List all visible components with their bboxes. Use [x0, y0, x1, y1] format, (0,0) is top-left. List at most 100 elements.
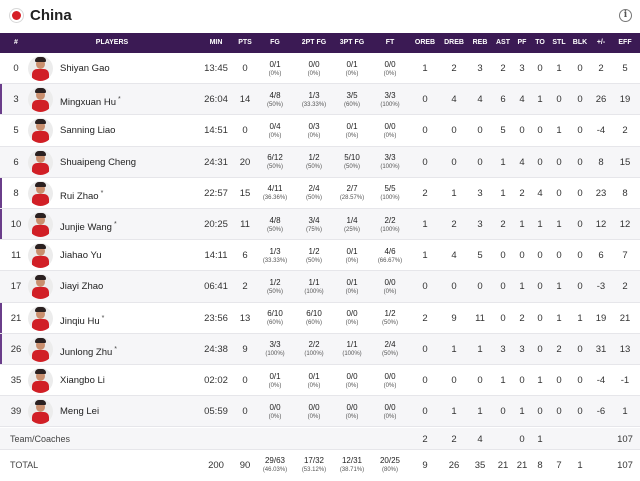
player-name-link[interactable]: Junlong Zhu *: [60, 334, 117, 365]
col-reb[interactable]: REB: [466, 33, 494, 53]
player-avatar[interactable]: [28, 149, 53, 175]
player-name-link[interactable]: Meng Lei: [60, 396, 99, 427]
stat-dreb: 1: [451, 343, 457, 355]
stat-num: 6: [13, 156, 19, 168]
col-eff[interactable]: EFF: [613, 33, 637, 53]
col-plus-minus[interactable]: +/-: [589, 33, 613, 53]
col-3pt-fg[interactable]: 3PT FG: [330, 33, 374, 53]
stat-fg: 3/3 (100%): [255, 334, 295, 365]
avatar-hair: [35, 400, 46, 406]
stat-fg3-made: 0/1: [346, 121, 358, 131]
player-avatar[interactable]: [28, 243, 53, 269]
player-name-link[interactable]: Mingxuan Hu *: [60, 84, 121, 115]
col-min[interactable]: MIN: [198, 33, 234, 53]
stat-fg2-made: 0/1: [308, 371, 320, 381]
avatar-hair: [35, 150, 46, 156]
player-avatar[interactable]: [28, 399, 53, 425]
stat-eff: 2: [622, 125, 628, 137]
stat-eff: 15: [619, 156, 631, 168]
player-avatar[interactable]: [28, 118, 53, 144]
stat-ft: 1/2 (50%): [370, 303, 410, 334]
player-name-link[interactable]: Rui Zhao *: [60, 178, 103, 209]
table-row[interactable]: Sanning Liao 5 14:51 0 0/4 (0%) 0/3 (0%) 0/1 (0%)…: [0, 115, 640, 147]
table-row[interactable]: Mingxuan Hu * 3 26:04 14 4/8 (50%) 1/3 (33.33%) 3…: [0, 84, 640, 116]
stat-ft-pct: (66.67%): [377, 257, 403, 264]
table-row[interactable]: Meng Lei 39 05:59 0 0/0 (0%) 0/0 (0%) 0/0 (0%) 0/0…: [0, 396, 640, 428]
stat-fg2-pct: (33.33%): [301, 101, 327, 108]
stat-fg3: 0/1 (0%): [330, 240, 374, 271]
col-ft[interactable]: FT: [370, 33, 410, 53]
col-num[interactable]: #: [6, 33, 26, 53]
stat-fg3-pct: (50%): [343, 164, 360, 171]
totals-blk: 1: [577, 459, 583, 471]
player-avatar[interactable]: [28, 368, 53, 393]
player-avatar[interactable]: [28, 56, 53, 81]
stat-eff: 8: [622, 187, 628, 199]
table-row[interactable]: Jinqiu Hu * 21 23:56 13 6/10 (60%) 6/10 (60%) 0/0…: [0, 302, 640, 334]
totals-ft-pct: (80%): [381, 467, 398, 473]
player-avatar[interactable]: [28, 336, 53, 362]
stat-fg: 4/11 (36.36%): [255, 178, 295, 209]
stat-fg-pct: (50%): [266, 288, 283, 295]
player-avatar[interactable]: [28, 180, 53, 206]
player-name-link[interactable]: Jiahao Yu: [60, 240, 102, 271]
stat-fg3: 0/1 (0%): [330, 53, 374, 84]
stat-min: 14:11: [204, 250, 228, 262]
stat-fg: 0/4 (0%): [255, 115, 295, 146]
stat-fg2-pct: (50%): [305, 164, 322, 171]
table-row[interactable]: Junjie Wang * 10 20:25 11 4/8 (50%) 3/4 (75%) 1/4…: [0, 209, 640, 241]
stat-fg3-pct: (0%): [345, 320, 359, 327]
stat-fg-made: 4/8: [269, 215, 281, 225]
player-name: Sanning Liao: [60, 125, 116, 137]
player-avatar[interactable]: [28, 87, 53, 113]
player-name-link[interactable]: Shiyan Gao: [60, 53, 110, 84]
stat-eff: 5: [622, 63, 628, 74]
player-name-link[interactable]: Jinqiu Hu *: [60, 303, 104, 334]
stat-fg2-made: 1/2: [308, 246, 320, 256]
player-name: Meng Lei: [60, 406, 100, 418]
starter-asterisk: *: [114, 345, 118, 353]
player-avatar[interactable]: [28, 305, 53, 331]
stat-fg3-pct: (0%): [345, 70, 359, 77]
stat-pm: 6: [598, 250, 604, 262]
stat-oreb: 0: [422, 281, 428, 293]
col-fg[interactable]: FG: [255, 33, 295, 53]
stat-ft-made: 2/2: [384, 215, 396, 225]
stat-oreb: 1: [422, 63, 428, 74]
china-flag-icon: [9, 8, 24, 23]
table-row[interactable]: Shiyan Gao 0 13:45 0 0/1 (0%) 0/0 (0%) 0/1 (0%) 0/…: [0, 53, 640, 85]
stat-fg3: 0/0 (0%): [330, 365, 374, 396]
player-name-link[interactable]: Shuaipeng Cheng: [60, 147, 136, 178]
stat-fg-made: 3/3: [269, 340, 281, 350]
table-row[interactable]: Xiangbo Li 35 02:02 0 0/1 (0%) 0/1 (0%) 0/0 (0%) 0…: [0, 365, 640, 397]
player-name: Jinqiu Hu: [60, 315, 100, 327]
stat-fg3: 0/1 (0%): [330, 115, 374, 146]
totals-ft: 20/25 (80%): [370, 451, 410, 479]
col-dreb[interactable]: DREB: [440, 33, 468, 53]
player-name-link[interactable]: Sanning Liao: [60, 115, 115, 146]
player-avatar[interactable]: [28, 274, 53, 300]
stat-min: 20:25: [204, 219, 228, 230]
stat-num: 8: [13, 187, 19, 199]
table-row[interactable]: Rui Zhao * 8 22:57 15 4/11 (36.36%) 2/4 (50%) 2/7…: [0, 177, 640, 209]
player-name-link[interactable]: Junjie Wang *: [60, 209, 117, 240]
info-icon[interactable]: i: [619, 9, 632, 22]
stat-fg: 4/8 (50%): [255, 84, 295, 115]
stat-fg-pct: (0%): [268, 132, 282, 139]
stat-pm: 19: [595, 312, 607, 324]
player-avatar[interactable]: [28, 212, 53, 237]
col-players[interactable]: PLAYERS: [60, 33, 164, 53]
table-row[interactable]: Junlong Zhu * 26 24:38 9 3/3 (100%) 2/2 (100%) 1/…: [0, 333, 640, 365]
stat-fg2-made: 6/10: [306, 309, 322, 319]
player-name-link[interactable]: Xiangbo Li: [60, 365, 105, 396]
stat-fg2-made: 2/2: [308, 340, 320, 350]
table-row[interactable]: Jiahao Yu 11 14:11 6 1/3 (33.33%) 1/2 (50%) 0/1(…: [0, 240, 640, 272]
stat-fg3-pct: (0%): [345, 382, 359, 389]
stat-ft: 0/0 (0%): [370, 396, 410, 427]
totals-fg-made: 29/63: [264, 456, 286, 465]
col-oreb[interactable]: OREB: [411, 33, 439, 53]
table-row[interactable]: Jiayi Zhao 17 06:41 2 1/2 (50%) 1/1 (100%) 0/1 (0…: [0, 271, 640, 303]
table-row[interactable]: Shuaipeng Cheng 6 24:31 20 6/12 (50%) 1/2 (50%)…: [0, 146, 640, 178]
stat-eff: 21: [619, 312, 631, 324]
player-name-link[interactable]: Jiayi Zhao: [60, 271, 103, 302]
